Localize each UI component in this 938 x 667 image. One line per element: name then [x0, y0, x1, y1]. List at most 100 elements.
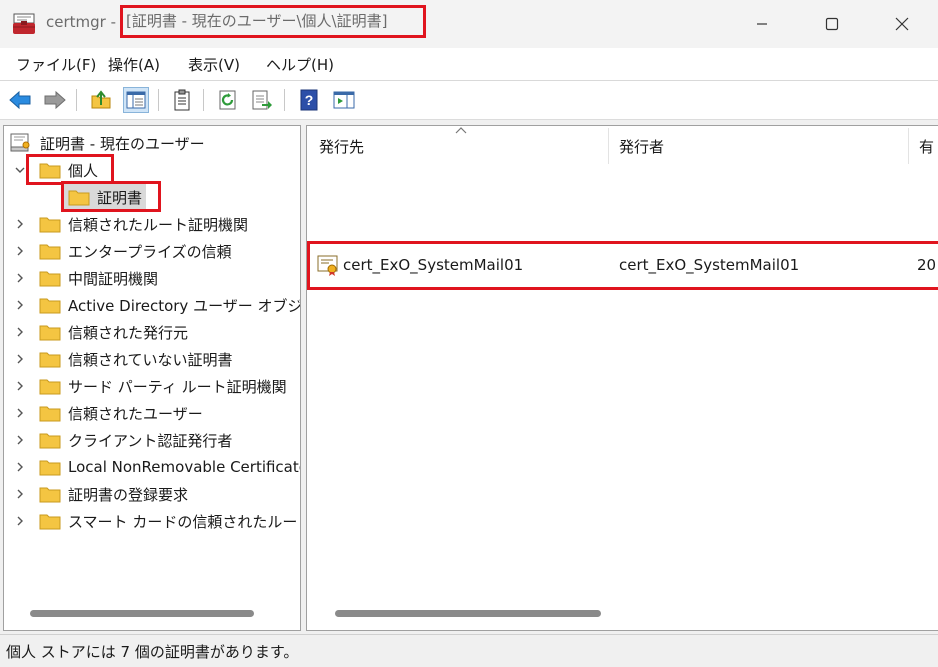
tree-item-store-label: Local NonRemovable Certificates — [68, 458, 301, 476]
close-button[interactable] — [867, 0, 937, 48]
folder-icon — [39, 325, 61, 341]
folder-icon — [39, 271, 61, 287]
back-button[interactable] — [7, 87, 33, 113]
tree-item-store-label: Active Directory ユーザー オブジェクト — [68, 296, 301, 315]
chevron-right-icon[interactable] — [14, 488, 26, 500]
menu-bar: ファイル(F) 操作(A) 表示(V) ヘルプ(H) — [0, 48, 938, 81]
chevron-right-icon[interactable] — [14, 299, 26, 311]
tree-item-store[interactable]: サード パーティ ルート証明機関 — [39, 373, 287, 399]
menu-help[interactable]: ヘルプ(H) — [266, 54, 334, 75]
tree-item-store[interactable]: Active Directory ユーザー オブジェクト — [39, 292, 301, 318]
refresh-icon — [219, 90, 236, 110]
certmgr-app-icon — [13, 13, 35, 34]
folder-icon — [39, 298, 61, 314]
window-title-app: certmgr - — [46, 13, 117, 31]
tree-item-store[interactable]: スマート カードの信頼されたルート — [39, 508, 301, 534]
forward-button[interactable] — [42, 87, 68, 113]
chevron-right-icon[interactable] — [14, 272, 26, 284]
tree-item-store-label: 信頼されたルート証明機関 — [68, 215, 249, 234]
tree-item-store-label: クライアント認証発行者 — [68, 431, 233, 450]
tree-item-store-label: 信頼されていない証明書 — [68, 350, 233, 369]
svg-text:?: ? — [305, 92, 314, 108]
tree-item-store-label: サード パーティ ルート証明機関 — [68, 377, 287, 396]
left-scrollbar-thumb[interactable] — [30, 610, 254, 617]
tree-item-store[interactable]: 信頼されたユーザー — [39, 400, 203, 426]
folder-icon — [39, 514, 61, 530]
tree-item-store[interactable]: Local NonRemovable Certificates — [39, 454, 301, 480]
tree-item-store-label: エンタープライズの信頼 — [68, 242, 232, 261]
title-bar: certmgr - [証明書 - 現在のユーザー\個人\証明書] — [0, 0, 938, 48]
chevron-right-icon[interactable] — [14, 461, 26, 473]
folder-up-icon — [91, 90, 111, 109]
chevron-right-icon[interactable] — [14, 326, 26, 338]
clipboard-icon — [174, 89, 190, 111]
tree-root-label: 証明書 - 現在のユーザー — [40, 134, 205, 153]
tree-root[interactable]: 証明書 - 現在のユーザー — [9, 130, 205, 156]
minimize-button[interactable] — [727, 0, 797, 48]
tree-item-store[interactable]: エンタープライズの信頼 — [39, 238, 232, 264]
tree-item-store-label: 中間証明機関 — [68, 269, 159, 288]
column-header-issued-by[interactable]: 発行者 — [619, 136, 664, 157]
folder-icon — [39, 487, 61, 503]
action-pane-icon — [333, 91, 355, 109]
tree-item-store[interactable]: クライアント認証発行者 — [39, 427, 232, 453]
minimize-icon — [757, 23, 767, 25]
tree-item-store-label: スマート カードの信頼されたルート — [68, 512, 301, 531]
console-tree-icon — [126, 91, 146, 109]
folder-icon — [39, 379, 61, 395]
tree-item-store[interactable]: 信頼された発行元 — [39, 319, 188, 345]
close-icon — [895, 17, 909, 31]
highlight-certificate-row — [307, 241, 938, 290]
menu-view[interactable]: 表示(V) — [188, 54, 240, 75]
folder-icon — [39, 217, 61, 233]
right-horizontal-scrollbar[interactable] — [315, 610, 935, 618]
tree-item-store[interactable]: 信頼されたルート証明機関 — [39, 211, 248, 237]
refresh-button[interactable] — [215, 87, 241, 113]
chevron-right-icon[interactable] — [14, 434, 26, 446]
tree-item-store-label: 信頼されたユーザー — [68, 404, 203, 423]
tree-item-store-label: 証明書の登録要求 — [68, 485, 189, 504]
left-horizontal-scrollbar[interactable] — [10, 610, 294, 618]
menu-file[interactable]: ファイル(F) — [16, 54, 96, 75]
tree-item-store[interactable]: 信頼されていない証明書 — [39, 346, 233, 372]
help-button[interactable]: ? — [296, 87, 322, 113]
up-one-level-button[interactable] — [88, 87, 114, 113]
chevron-right-icon[interactable] — [14, 245, 26, 257]
column-header-issued-to[interactable]: 発行先 — [319, 136, 364, 157]
tree-item-store-label: 信頼された発行元 — [68, 323, 189, 342]
sort-ascending-icon — [455, 127, 467, 134]
back-arrow-icon — [9, 90, 31, 110]
show-hide-console-tree-button[interactable] — [123, 87, 149, 113]
folder-icon — [39, 433, 61, 449]
show-action-pane-button[interactable] — [331, 87, 357, 113]
maximize-icon — [825, 17, 839, 31]
copy-button[interactable] — [169, 87, 195, 113]
highlight-certificates — [61, 181, 161, 212]
tree-item-store[interactable]: 証明書の登録要求 — [39, 481, 188, 507]
status-text: 個人 ストアには 7 個の証明書があります。 — [6, 643, 299, 661]
window-title-path: [証明書 - 現在のユーザー\個人\証明書] — [120, 5, 426, 38]
console-tree-pane: 証明書 - 現在のユーザー 個人 証明書 信頼されたルート証明機関 エンタープライ… — [3, 125, 301, 631]
folder-icon — [39, 244, 61, 260]
forward-arrow-icon — [44, 90, 66, 110]
folder-icon — [39, 460, 61, 476]
chevron-right-icon[interactable] — [14, 515, 26, 527]
chevron-right-icon[interactable] — [14, 407, 26, 419]
right-scrollbar-thumb[interactable] — [335, 610, 601, 617]
chevron-down-icon[interactable] — [14, 164, 26, 176]
chevron-right-icon[interactable] — [14, 380, 26, 392]
column-header-expiration[interactable]: 有 — [919, 136, 934, 157]
certificate-list-pane: 発行先 発行者 有 cert_ExO_SystemMail01 cert_ExO… — [306, 125, 938, 631]
help-icon: ? — [300, 89, 318, 111]
maximize-button[interactable] — [797, 0, 867, 48]
status-bar: 個人 ストアには 7 個の証明書があります。 — [0, 634, 938, 667]
tree-item-store[interactable]: 中間証明機関 — [39, 265, 158, 291]
export-list-button[interactable] — [249, 87, 275, 113]
folder-icon — [39, 352, 61, 368]
menu-action[interactable]: 操作(A) — [108, 54, 160, 75]
toolbar: ? — [0, 81, 938, 120]
export-list-icon — [252, 90, 272, 110]
chevron-right-icon[interactable] — [14, 218, 26, 230]
folder-icon — [39, 406, 61, 422]
chevron-right-icon[interactable] — [14, 353, 26, 365]
